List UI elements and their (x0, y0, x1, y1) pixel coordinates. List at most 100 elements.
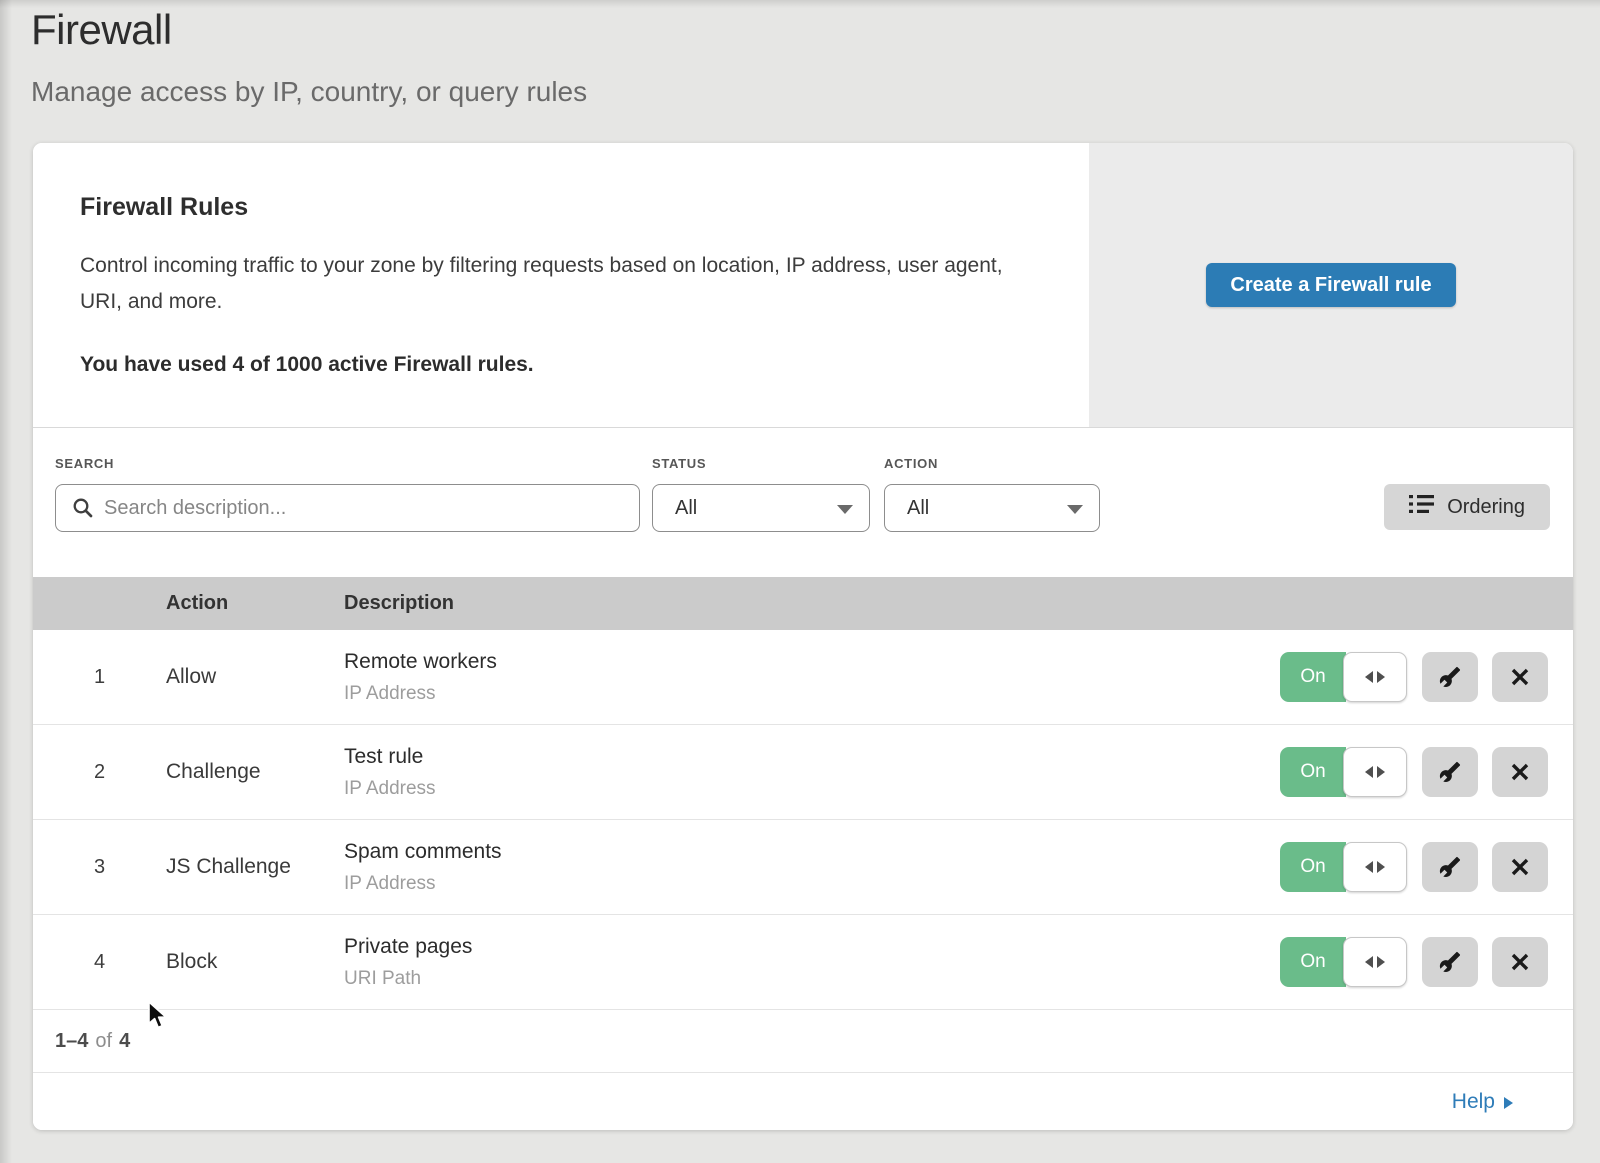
row-controls: On (1280, 747, 1573, 797)
rules-card-description: Control incoming traffic to your zone by… (80, 248, 1025, 320)
rule-enabled-toggle[interactable]: On (1280, 937, 1408, 987)
arrow-right-icon (1377, 861, 1385, 873)
row-priority: 2 (33, 761, 166, 784)
row-description-title: Spam comments (344, 840, 1280, 864)
row-priority: 1 (33, 666, 166, 689)
pagination: 1–4 of 4 (33, 1010, 1573, 1073)
pagination-range: 1–4 (55, 1030, 88, 1053)
action-label: ACTION (884, 456, 1100, 471)
table-row: 2 Challenge Test rule IP Address On (33, 725, 1573, 820)
table-row: 4 Block Private pages URI Path On (33, 915, 1573, 1010)
filter-bar: SEARCH STATUS All ACTION All (33, 428, 1573, 577)
row-description: Spam comments IP Address (344, 840, 1280, 895)
toggle-on-label: On (1280, 747, 1346, 797)
action-select[interactable]: All (884, 484, 1100, 532)
ordering-list-icon (1409, 493, 1434, 521)
rule-enabled-toggle[interactable]: On (1280, 747, 1408, 797)
row-match-type: IP Address (344, 683, 1280, 705)
row-action: JS Challenge (166, 855, 344, 879)
rule-enabled-toggle[interactable]: On (1280, 842, 1408, 892)
status-label: STATUS (652, 456, 870, 471)
arrow-right-icon (1377, 766, 1385, 778)
edit-rule-button[interactable] (1422, 937, 1478, 987)
create-firewall-rule-button[interactable]: Create a Firewall rule (1206, 263, 1456, 307)
search-field: SEARCH (55, 456, 640, 577)
arrow-right-icon (1504, 1097, 1513, 1109)
toggle-handle[interactable] (1343, 652, 1407, 702)
row-match-type: IP Address (344, 873, 1280, 895)
arrow-left-icon (1365, 861, 1373, 873)
table-header: Action Description (33, 577, 1573, 630)
toggle-handle[interactable] (1343, 937, 1407, 987)
row-priority: 3 (33, 856, 166, 879)
wrench-icon (1439, 666, 1461, 688)
toggle-on-label: On (1280, 842, 1346, 892)
x-icon (1510, 857, 1530, 877)
status-select[interactable]: All (652, 484, 870, 532)
row-controls: On (1280, 842, 1573, 892)
search-input[interactable] (55, 484, 640, 532)
wrench-icon (1439, 951, 1461, 973)
delete-rule-button[interactable] (1492, 937, 1548, 987)
status-select-value: All (675, 497, 697, 520)
search-label: SEARCH (55, 456, 640, 471)
row-description-title: Test rule (344, 745, 1280, 769)
rules-info-section: Firewall Rules Control incoming traffic … (33, 143, 1573, 428)
pagination-total: 4 (119, 1030, 130, 1053)
edit-rule-button[interactable] (1422, 842, 1478, 892)
wrench-icon (1439, 761, 1461, 783)
ordering-button-label: Ordering (1447, 496, 1525, 519)
toggle-on-label: On (1280, 937, 1346, 987)
rules-info-side-panel: Create a Firewall rule (1089, 143, 1573, 427)
arrow-right-icon (1377, 671, 1385, 683)
edit-rule-button[interactable] (1422, 652, 1478, 702)
table-row: 3 JS Challenge Spam comments IP Address … (33, 820, 1573, 915)
edit-rule-button[interactable] (1422, 747, 1478, 797)
rule-enabled-toggle[interactable]: On (1280, 652, 1408, 702)
rules-info-text: Firewall Rules Control incoming traffic … (33, 143, 1089, 427)
row-description: Private pages URI Path (344, 935, 1280, 990)
row-controls: On (1280, 937, 1573, 987)
page-title: Firewall (31, 6, 172, 54)
rules-card-title: Firewall Rules (80, 193, 1049, 222)
pagination-of: of (95, 1030, 112, 1053)
action-field: ACTION All (884, 456, 1100, 577)
help-link-label: Help (1452, 1090, 1495, 1114)
arrow-left-icon (1365, 671, 1373, 683)
toggle-handle[interactable] (1343, 842, 1407, 892)
x-icon (1510, 952, 1530, 972)
action-select-value: All (907, 497, 929, 520)
row-action: Allow (166, 665, 344, 689)
help-bar: Help (33, 1073, 1573, 1130)
toggle-handle[interactable] (1343, 747, 1407, 797)
row-description-title: Remote workers (344, 650, 1280, 674)
row-action: Block (166, 950, 344, 974)
arrow-right-icon (1377, 956, 1385, 968)
column-header-action: Action (166, 592, 344, 615)
x-icon (1510, 762, 1530, 782)
status-field: STATUS All (652, 456, 870, 577)
help-link[interactable]: Help (1452, 1090, 1513, 1114)
row-description-title: Private pages (344, 935, 1280, 959)
row-priority: 4 (33, 951, 166, 974)
row-controls: On (1280, 652, 1573, 702)
delete-rule-button[interactable] (1492, 842, 1548, 892)
firewall-rules-card: Firewall Rules Control incoming traffic … (33, 143, 1573, 1130)
search-icon (72, 497, 94, 524)
search-box (55, 484, 640, 532)
arrow-left-icon (1365, 956, 1373, 968)
chevron-down-icon (837, 505, 853, 514)
row-match-type: URI Path (344, 968, 1280, 990)
column-header-description: Description (344, 592, 1573, 615)
row-description: Test rule IP Address (344, 745, 1280, 800)
ordering-button[interactable]: Ordering (1384, 484, 1550, 530)
page-subtitle: Manage access by IP, country, or query r… (31, 76, 587, 108)
table-row: 1 Allow Remote workers IP Address On (33, 630, 1573, 725)
toggle-on-label: On (1280, 652, 1346, 702)
delete-rule-button[interactable] (1492, 747, 1548, 797)
wrench-icon (1439, 856, 1461, 878)
x-icon (1510, 667, 1530, 687)
rules-usage-note: You have used 4 of 1000 active Firewall … (80, 353, 1049, 377)
arrow-left-icon (1365, 766, 1373, 778)
delete-rule-button[interactable] (1492, 652, 1548, 702)
